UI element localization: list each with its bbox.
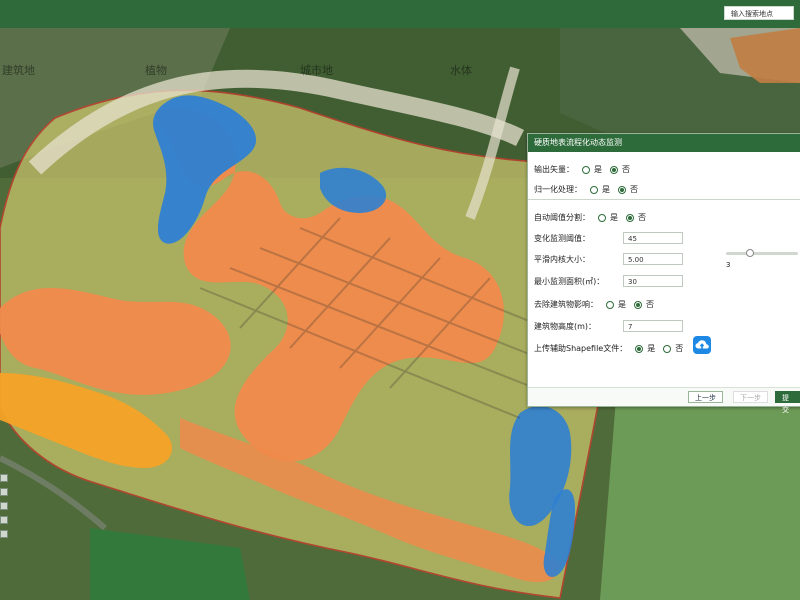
auto-threshold-yes-radio[interactable] [598, 213, 606, 222]
remove-building-no-label: 否 [646, 300, 654, 309]
output-vector-yes-label: 是 [594, 165, 602, 174]
next-button[interactable]: 下一步 [733, 391, 768, 403]
normalize-row: 归一化处理： 是 否 [534, 184, 638, 195]
remove-building-row: 去除建筑物影响： 是 否 [534, 299, 654, 310]
change-threshold-label: 变化监测阈值： [534, 234, 590, 243]
auto-threshold-row: 自动阈值分割： 是 否 [534, 212, 646, 223]
building-height-row: 建筑物高度(m)： [534, 321, 596, 332]
min-area-input[interactable]: 30 [623, 275, 683, 287]
panel-divider [528, 199, 800, 200]
remove-building-yes-radio[interactable] [606, 300, 614, 309]
remove-building-label: 去除建筑物影响： [534, 300, 598, 309]
left-toolbar [0, 468, 10, 588]
top-bar: 输入搜索地点 [0, 0, 800, 29]
normalize-yes-radio[interactable] [590, 185, 598, 194]
smooth-kernel-label: 平滑内核大小： [534, 255, 590, 264]
normalize-label: 归一化处理： [534, 185, 582, 194]
building-height-input[interactable]: 7 [623, 320, 683, 332]
normalize-yes-label: 是 [602, 185, 610, 194]
change-threshold-input[interactable]: 45 [623, 232, 683, 244]
smooth-kernel-slider[interactable] [726, 249, 798, 257]
map-layer-tabs: 建筑地 植物 城市地 水体 [0, 62, 560, 80]
search-input[interactable]: 输入搜索地点 [724, 6, 794, 20]
output-vector-row: 输出矢量： 是 否 [534, 164, 630, 175]
auto-threshold-label: 自动阈值分割： [534, 213, 590, 222]
min-area-label: 最小监测面积(㎡)： [534, 277, 605, 286]
submit-button[interactable]: 提交 [775, 391, 800, 414]
layer-tab-water[interactable]: 水体 [450, 62, 472, 78]
upload-shapefile-no-label: 否 [675, 344, 684, 353]
output-vector-label: 输出矢量： [534, 165, 574, 174]
locate-icon[interactable] [0, 530, 8, 538]
smooth-kernel-input[interactable]: 5.00 [623, 253, 683, 265]
auto-threshold-yes-label: 是 [610, 213, 618, 222]
auto-threshold-no-radio[interactable] [626, 213, 634, 222]
slider-thumb[interactable] [746, 249, 754, 257]
layer-tab-urban[interactable]: 城市地 [300, 62, 333, 78]
normalize-no-radio[interactable] [618, 185, 626, 194]
upload-shapefile-yes-label: 是 [647, 344, 656, 353]
change-threshold-row: 变化监测阈值： [534, 233, 590, 244]
dynamic-monitoring-panel: 硬质地表流程化动态监测 输出矢量： 是 否 归一化处理： 是 否 自动阈值分割：… [527, 133, 800, 414]
output-vector-no-label: 否 [622, 165, 630, 174]
upload-cloud-button[interactable] [693, 336, 711, 354]
upload-shapefile-row: 上传辅助Shapefile文件： 是 否 [534, 343, 683, 354]
output-vector-no-radio[interactable] [610, 165, 618, 174]
panel-footer: 上一步 下一步 提交 [528, 387, 800, 414]
panel-title: 硬质地表流程化动态监测 [528, 134, 800, 152]
upload-shapefile-yes-radio[interactable] [635, 344, 644, 353]
layer-tab-building[interactable]: 建筑地 [2, 62, 35, 78]
layers-icon[interactable] [0, 502, 8, 510]
remove-building-yes-label: 是 [618, 300, 626, 309]
layer-tab-plants[interactable]: 植物 [145, 62, 167, 78]
zoom-out-icon[interactable] [0, 488, 8, 496]
upload-shapefile-label: 上传辅助Shapefile文件： [534, 344, 628, 353]
cloud-upload-icon [695, 340, 709, 349]
normalize-no-label: 否 [630, 185, 638, 194]
prev-button[interactable]: 上一步 [688, 391, 723, 403]
upload-shapefile-no-radio[interactable] [663, 344, 672, 353]
auto-threshold-no-label: 否 [638, 213, 646, 222]
output-vector-yes-radio[interactable] [582, 165, 590, 174]
zoom-in-icon[interactable] [0, 474, 8, 482]
smooth-kernel-row: 平滑内核大小： [534, 254, 590, 265]
remove-building-no-radio[interactable] [634, 300, 642, 309]
min-area-row: 最小监测面积(㎡)： [534, 276, 604, 287]
slider-value: 3 [726, 261, 731, 269]
building-height-label: 建筑物高度(m)： [534, 322, 597, 331]
measure-icon[interactable] [0, 516, 8, 524]
